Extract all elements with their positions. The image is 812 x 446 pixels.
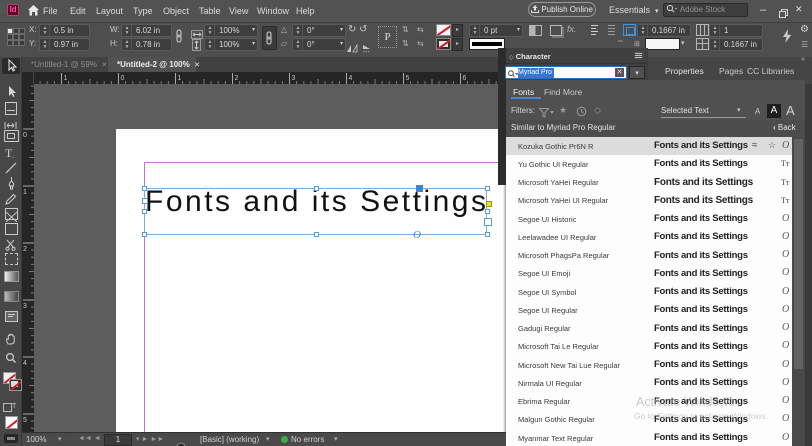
svg-text:5: 5 [23, 417, 27, 424]
svg-text:6: 6 [463, 75, 467, 82]
svg-text:4: 4 [23, 360, 27, 367]
svg-text:2: 2 [23, 246, 27, 253]
svg-text:2: 2 [235, 75, 239, 82]
svg-text:5: 5 [406, 75, 410, 82]
svg-text:3: 3 [23, 303, 27, 310]
svg-text:3: 3 [292, 75, 296, 82]
svg-text:0: 0 [121, 75, 125, 82]
svg-text:1: 1 [23, 189, 27, 196]
svg-text:1: 1 [178, 75, 182, 82]
svg-text:0: 0 [23, 132, 27, 139]
svg-text:1: 1 [64, 75, 68, 82]
svg-text:4: 4 [349, 75, 353, 82]
